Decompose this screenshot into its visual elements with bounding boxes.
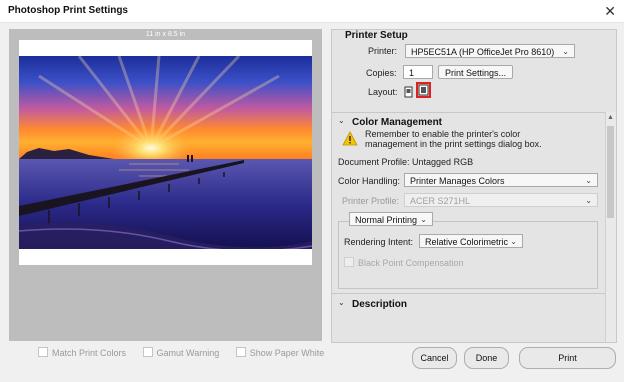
print-settings-button[interactable]: Print Settings... (438, 65, 513, 79)
settings-panel: Printer Setup Printer: HP5EC51A (HP Offi… (331, 29, 617, 343)
cancel-button[interactable]: Cancel (412, 347, 457, 369)
black-point-compensation-checkbox[interactable]: Black Point Compensation (344, 257, 464, 268)
gamut-warning-checkbox[interactable]: Gamut Warning (142, 347, 220, 358)
print-preview: 11 in x 8.5 in (9, 29, 322, 341)
printer-value: HP5EC51A (HP OfficeJet Pro 8610) (411, 47, 555, 57)
divider (332, 112, 616, 113)
paper-size-label: 11 in x 8.5 in (145, 31, 186, 38)
color-handling-select[interactable]: Printer Manages Colors ⌄ (404, 173, 598, 187)
print-settings-label: Print Settings... (444, 68, 507, 78)
chevron-down-icon: ⌄ (562, 47, 569, 56)
scrollbar[interactable]: ▲ (605, 112, 616, 342)
color-handling-value: Printer Manages Colors (410, 176, 505, 186)
rendering-intent-value: Relative Colorimetric (425, 237, 509, 247)
document-profile: Document Profile: Untagged RGB (338, 157, 474, 167)
chevron-down-icon: ⌄ (585, 196, 592, 205)
gamut-warning-label: Gamut Warning (156, 348, 220, 358)
black-point-compensation-label: Black Point Compensation (358, 258, 464, 268)
chevron-down-icon: ⌄ (585, 176, 592, 185)
chevron-down-icon: ⌄ (510, 237, 517, 246)
landscape-layout-icon (418, 84, 429, 96)
color-handling-label: Color Handling: (338, 176, 401, 186)
copies-input[interactable]: 1 (403, 65, 433, 79)
show-paper-white-label: Show Paper White (249, 348, 325, 358)
preview-options: Match Print Colors Gamut Warning Show Pa… (38, 347, 338, 358)
close-icon[interactable]: ✕ (604, 3, 616, 20)
printer-setup-heading: Printer Setup (345, 30, 408, 41)
match-print-colors-checkbox[interactable]: Match Print Colors (38, 347, 126, 358)
landscape-layout-button[interactable] (416, 82, 431, 98)
warning-line-1: Remember to enable the printer's color (365, 129, 521, 139)
chevron-down-icon[interactable]: ⌄ (338, 116, 345, 125)
match-print-colors-label: Match Print Colors (52, 348, 127, 358)
copies-label: Copies: (366, 68, 397, 78)
print-button[interactable]: Print (519, 347, 616, 369)
printer-profile-label: Printer Profile: (342, 196, 400, 206)
chevron-down-icon: ⌄ (420, 215, 427, 224)
copies-value: 1 (409, 68, 415, 78)
portrait-layout-icon[interactable] (404, 86, 414, 98)
rendering-intent-label: Rendering Intent: (344, 237, 414, 247)
description-heading: Description (352, 299, 408, 310)
preview-photo (19, 56, 312, 249)
printer-profile-select[interactable]: ACER S271HL ⌄ (404, 193, 598, 207)
scrollbar-thumb[interactable] (607, 126, 614, 218)
paper-preview (19, 40, 312, 265)
title-bar: Photoshop Print Settings ✕ (0, 0, 624, 23)
normal-printing-select[interactable]: Normal Printing ⌄ (349, 212, 433, 226)
scroll-up-icon[interactable]: ▲ (607, 114, 614, 121)
color-management-heading: Color Management (352, 117, 443, 128)
printer-label: Printer: (368, 46, 398, 56)
layout-label: Layout: (368, 87, 398, 97)
warning-icon (342, 131, 358, 146)
normal-printing-value: Normal Printing (355, 215, 418, 225)
rendering-options-group (338, 221, 598, 289)
printer-profile-value: ACER S271HL (410, 196, 471, 206)
done-button[interactable]: Done (464, 347, 509, 369)
rendering-intent-select[interactable]: Relative Colorimetric ⌄ (419, 234, 523, 248)
show-paper-white-checkbox[interactable]: Show Paper White (235, 347, 325, 358)
chevron-down-icon[interactable]: ⌄ (338, 298, 345, 307)
warning-line-2: management in the print settings dialog … (365, 139, 542, 149)
window-title: Photoshop Print Settings (8, 5, 128, 16)
divider (332, 293, 616, 294)
printer-select[interactable]: HP5EC51A (HP OfficeJet Pro 8610) ⌄ (405, 44, 575, 58)
